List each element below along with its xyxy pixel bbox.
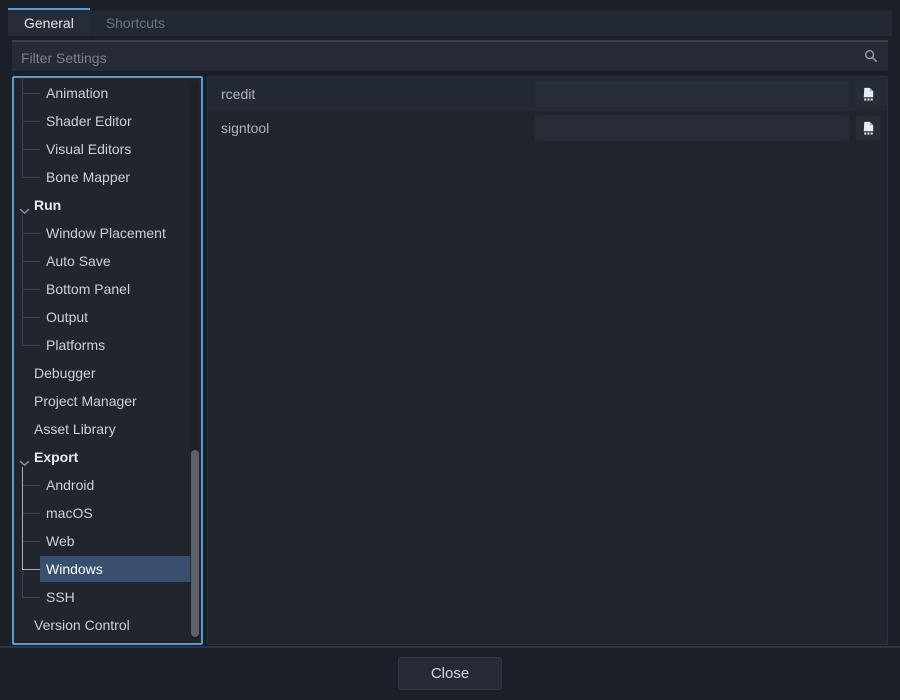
- tree-item-label: Asset Library: [34, 415, 116, 443]
- signtool-browse-button[interactable]: [856, 116, 880, 140]
- tree-item-label: Visual Editors: [46, 135, 131, 163]
- tree-item-platforms[interactable]: Platforms: [14, 331, 201, 359]
- settings-panel: rcedit signtool: [207, 76, 888, 645]
- setting-row-rcedit: rcedit: [208, 77, 887, 111]
- tree-item-label: Project Manager: [34, 387, 137, 415]
- setting-row-signtool: signtool: [208, 111, 887, 145]
- tree-item-label: Auto Save: [46, 247, 111, 275]
- tree-item-label: Web: [46, 527, 75, 555]
- tree-item-label: Bottom Panel: [46, 275, 130, 303]
- tab-general[interactable]: General: [8, 8, 90, 36]
- tree-item-version-control[interactable]: Version Control: [14, 611, 201, 639]
- tree-item-label: Android: [46, 471, 94, 499]
- tree-item-label: Run: [34, 191, 61, 219]
- signtool-input[interactable]: [535, 115, 849, 141]
- tree-item-label: Bone Mapper: [46, 163, 130, 191]
- tree-item-macos[interactable]: macOS: [14, 499, 201, 527]
- setting-label: rcedit: [208, 86, 535, 102]
- settings-sections-tree: AnimationShader EditorVisual EditorsBone…: [12, 76, 203, 645]
- tree-item-run[interactable]: Run: [14, 191, 201, 219]
- tree-item-label: SSH: [46, 583, 75, 611]
- close-button[interactable]: Close: [398, 657, 502, 690]
- tree-item-web[interactable]: Web: [14, 527, 201, 555]
- tree-item-label: Output: [46, 303, 88, 331]
- tree-item-bottom-panel[interactable]: Bottom Panel: [14, 275, 201, 303]
- file-dialog-icon: [861, 86, 876, 102]
- tree-item-label: Debugger: [34, 359, 96, 387]
- tree-item-asset-library[interactable]: Asset Library: [14, 415, 201, 443]
- tree-item-label: Export: [34, 443, 78, 471]
- editor-settings-dialog: General Shortcuts AnimationShader Editor…: [0, 0, 900, 700]
- sidebar-scrollbar-grabber[interactable]: [191, 450, 199, 637]
- tree-item-android[interactable]: Android: [14, 471, 201, 499]
- tree-item-label: Shader Editor: [46, 107, 132, 135]
- tree-item-visual-editors[interactable]: Visual Editors: [14, 135, 201, 163]
- filter-bar: [12, 40, 888, 71]
- tree-item-label: Window Placement: [46, 219, 166, 247]
- tree-item-label: Windows: [46, 555, 103, 583]
- tree-item-label: Version Control: [34, 611, 130, 639]
- setting-label: signtool: [208, 120, 535, 136]
- footer-separator: [0, 646, 900, 648]
- tree-item-label: macOS: [46, 499, 93, 527]
- tree-item-ssh[interactable]: SSH: [14, 583, 201, 611]
- search-icon: [864, 49, 878, 63]
- tree-item-project-manager[interactable]: Project Manager: [14, 387, 201, 415]
- tab-shortcuts[interactable]: Shortcuts: [90, 10, 181, 36]
- tree-item-animation[interactable]: Animation: [14, 79, 201, 107]
- tree-item-windows[interactable]: Windows: [14, 555, 201, 583]
- filter-settings-input[interactable]: [12, 44, 888, 71]
- tab-bar: General Shortcuts: [8, 10, 892, 36]
- rcedit-browse-button[interactable]: [856, 82, 880, 106]
- tree-item-bone-mapper[interactable]: Bone Mapper: [14, 163, 201, 191]
- tree-item-shader-editor[interactable]: Shader Editor: [14, 107, 201, 135]
- tree-rows: AnimationShader EditorVisual EditorsBone…: [14, 79, 201, 639]
- chevron-down-icon[interactable]: [19, 202, 30, 209]
- tree-item-label: Animation: [46, 79, 108, 107]
- file-dialog-icon: [861, 120, 876, 136]
- tree-item-auto-save[interactable]: Auto Save: [14, 247, 201, 275]
- tree-item-output[interactable]: Output: [14, 303, 201, 331]
- tree-item-window-placement[interactable]: Window Placement: [14, 219, 201, 247]
- tree-item-debugger[interactable]: Debugger: [14, 359, 201, 387]
- rcedit-input[interactable]: [535, 81, 849, 107]
- tree-item-label: Platforms: [46, 331, 105, 359]
- tree-item-export[interactable]: Export: [14, 443, 201, 471]
- chevron-down-icon[interactable]: [19, 454, 30, 461]
